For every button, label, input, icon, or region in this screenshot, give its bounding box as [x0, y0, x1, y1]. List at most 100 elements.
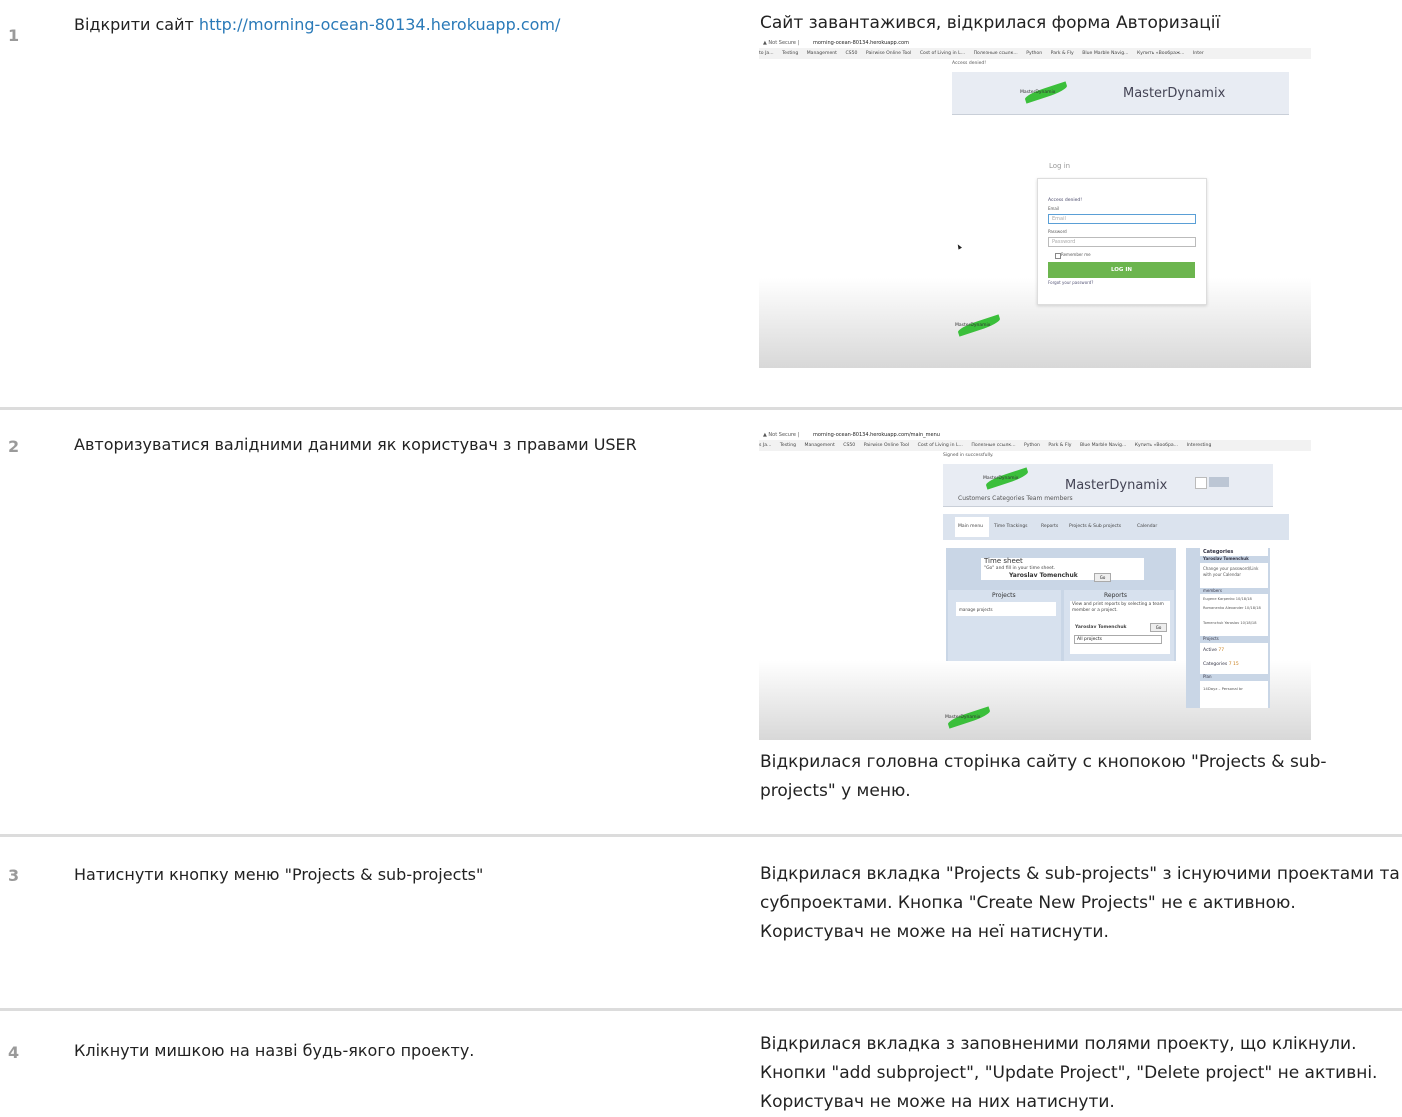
step-action: Авторизуватися валідними даними як корис… [74, 435, 637, 454]
sidebar-title: Categories [1203, 549, 1234, 555]
bookmark[interactable]: Inter [1193, 51, 1204, 56]
bookmark[interactable]: Pairwise Online Tool [866, 51, 911, 56]
bookmark[interactable]: Полезные ссылк... [974, 51, 1018, 56]
login-screenshot: ▲ Not Secure | morning-ocean-80134.herok… [759, 38, 1311, 368]
dashboard-panel: Time sheet "Go" and fill in your time sh… [946, 548, 1176, 661]
bookmark[interactable]: Python [1026, 51, 1042, 56]
bookmark[interactable]: Park & Fly [1048, 443, 1071, 448]
reports-box: View and print reports by selecting a te… [1070, 601, 1170, 654]
bookmark[interactable]: Park & Fly [1051, 51, 1074, 56]
bookmark[interactable]: s Ja... [759, 443, 771, 448]
logo-text: MasterDynamix [1020, 90, 1056, 95]
change-password-link[interactable]: Change your password/Link with your Cale… [1203, 566, 1267, 578]
bookmarks-bar: s Ja... Testing Management CS50 Pairwise… [759, 440, 1311, 451]
bookmarks-bar: to Ja... Testing Management CS50 Pairwis… [759, 48, 1311, 59]
site-header: MasterDynamix MasterDynamix Customers Ca… [943, 464, 1273, 507]
form-error: Access denied! [1048, 198, 1082, 203]
toggle-icon[interactable] [1195, 477, 1207, 489]
projects-panel: Projects manage projects [948, 590, 1061, 661]
time-sheet-text: "Go" and fill in your time sheet. [984, 566, 1056, 571]
row-separator [0, 407, 1402, 410]
nav-calendar[interactable]: Calendar [1137, 524, 1157, 529]
login-title: Log in [1049, 162, 1071, 170]
active-row: Active 77 [1203, 648, 1225, 653]
bookmark[interactable]: Python [1024, 443, 1040, 448]
bookmark[interactable]: to Ja... [759, 51, 774, 56]
categories-row: Categories 7 15 [1203, 662, 1239, 667]
bookmark[interactable]: Blue Marble Navig... [1082, 51, 1128, 56]
reports-user: Yaroslav Tomenchuk [1075, 625, 1127, 630]
site-header: MasterDynamix MasterDynamix [952, 72, 1289, 115]
step-number: 3 [8, 866, 20, 885]
footer-logo-text: MasterDynamix [955, 323, 991, 328]
nav-time-trackings[interactable]: Time Trackings [994, 524, 1028, 529]
projects-box: manage projects [956, 602, 1056, 616]
step-number: 4 [8, 1043, 20, 1062]
login-button[interactable]: LOG IN [1048, 262, 1195, 278]
footer-logo-text: MasterDynamix [945, 715, 981, 720]
bookmark[interactable]: Cost of Living in L... [920, 51, 965, 56]
nav-projects[interactable]: Projects & Sub projects [1069, 524, 1121, 529]
language-button[interactable] [1209, 477, 1229, 487]
sidebar: Categories Yaroslav Tomenchuk Change you… [1186, 548, 1270, 708]
bookmark[interactable]: CS50 [843, 443, 855, 448]
reports-panel: Reports View and print reports by select… [1064, 590, 1174, 661]
plan-header: Plan [1200, 674, 1268, 681]
signed-in-banner: Signed in successfully. [943, 453, 994, 458]
bookmark[interactable]: Testing [780, 443, 796, 448]
all-projects-select[interactable]: All projects [1074, 635, 1162, 644]
sidebar-user: Yaroslav Tomenchuk [1200, 556, 1268, 563]
bookmark[interactable]: Cost of Living in L... [918, 443, 963, 448]
reports-title: Reports [1104, 592, 1128, 599]
nav-reports[interactable]: Reports [1041, 524, 1058, 529]
step-action: Клікнути мишкою на назві будь-якого прое… [74, 1041, 475, 1060]
site-brand: MasterDynamix [1123, 86, 1226, 101]
bookmark[interactable]: Management [807, 51, 837, 56]
step-action: Натиснути кнопку меню "Projects & sub-pr… [74, 865, 484, 884]
row-separator [0, 834, 1402, 837]
step-result: Відкрилася вкладка "Projects & sub-proje… [760, 864, 1400, 942]
login-form: Access denied! Email Email Password Pass… [1037, 178, 1207, 305]
projects-header: Projects [1200, 636, 1268, 643]
time-sheet-go-button[interactable]: Go [1094, 573, 1111, 582]
main-nav: Main menu Time Trackings Reports Project… [943, 514, 1289, 540]
reports-go-button[interactable]: Go [1150, 623, 1167, 632]
forgot-password-link[interactable]: Forgot your password? [1048, 280, 1093, 285]
address-bar: ▲ Not Secure | morning-ocean-80134.herok… [759, 430, 1311, 440]
step-number: 2 [8, 437, 20, 456]
row-separator [0, 1008, 1402, 1011]
bookmark[interactable]: Купить «Вообра... [1135, 443, 1178, 448]
main-menu-screenshot: ▲ Not Secure | morning-ocean-80134.herok… [759, 430, 1311, 740]
member-row: Romanenko Alexander 10/18/18 [1203, 606, 1261, 610]
bookmark[interactable]: Pairwise Online Tool [864, 443, 909, 448]
projects-title: Projects [992, 592, 1016, 599]
bookmark[interactable]: Blue Marble Navig... [1080, 443, 1126, 448]
password-field[interactable]: Password [1048, 237, 1196, 247]
address-bar: ▲ Not Secure | morning-ocean-80134.herok… [759, 38, 1311, 48]
members-header: members [1200, 588, 1268, 594]
bookmark[interactable]: Interesting [1187, 443, 1212, 448]
site-brand: MasterDynamix [1065, 478, 1168, 493]
logo-text: MasterDynamix [983, 476, 1019, 481]
bookmark[interactable]: CS50 [845, 51, 857, 56]
reports-text: View and print reports by selecting a te… [1072, 602, 1164, 613]
step-action: Відкрити сайт http://morning-ocean-80134… [74, 12, 560, 38]
bookmark[interactable]: Testing [782, 51, 798, 56]
step-number: 1 [8, 26, 20, 45]
bookmark[interactable]: Купить «Воображ... [1137, 51, 1184, 56]
sidebar-box: Categories Yaroslav Tomenchuk Change you… [1200, 548, 1268, 708]
site-link[interactable]: http://morning-ocean-80134.herokuapp.com… [199, 15, 560, 34]
bookmark[interactable]: Полезные ссылк... [971, 443, 1015, 448]
nav-main-menu[interactable]: Main menu [958, 524, 983, 529]
email-field[interactable]: Email [1048, 214, 1196, 224]
top-nav-links[interactable]: Customers Categories Team members [958, 495, 1073, 502]
page-background [759, 278, 1311, 368]
manage-projects-link[interactable]: manage projects [959, 607, 993, 612]
plan-item: 14Dayz – Personal br [1203, 686, 1243, 691]
remember-label: Remember me [1061, 252, 1091, 257]
action-text: Відкрити сайт [74, 15, 199, 34]
bookmark[interactable]: Management [805, 443, 835, 448]
member-row: Tomenchuk Yaroslav 10/18/18 [1203, 621, 1257, 625]
member-row: Eugene Karpenko 10/18/18 [1203, 597, 1252, 601]
step-result: Відкрилася головна сторінка сайту с кноп… [760, 752, 1327, 801]
